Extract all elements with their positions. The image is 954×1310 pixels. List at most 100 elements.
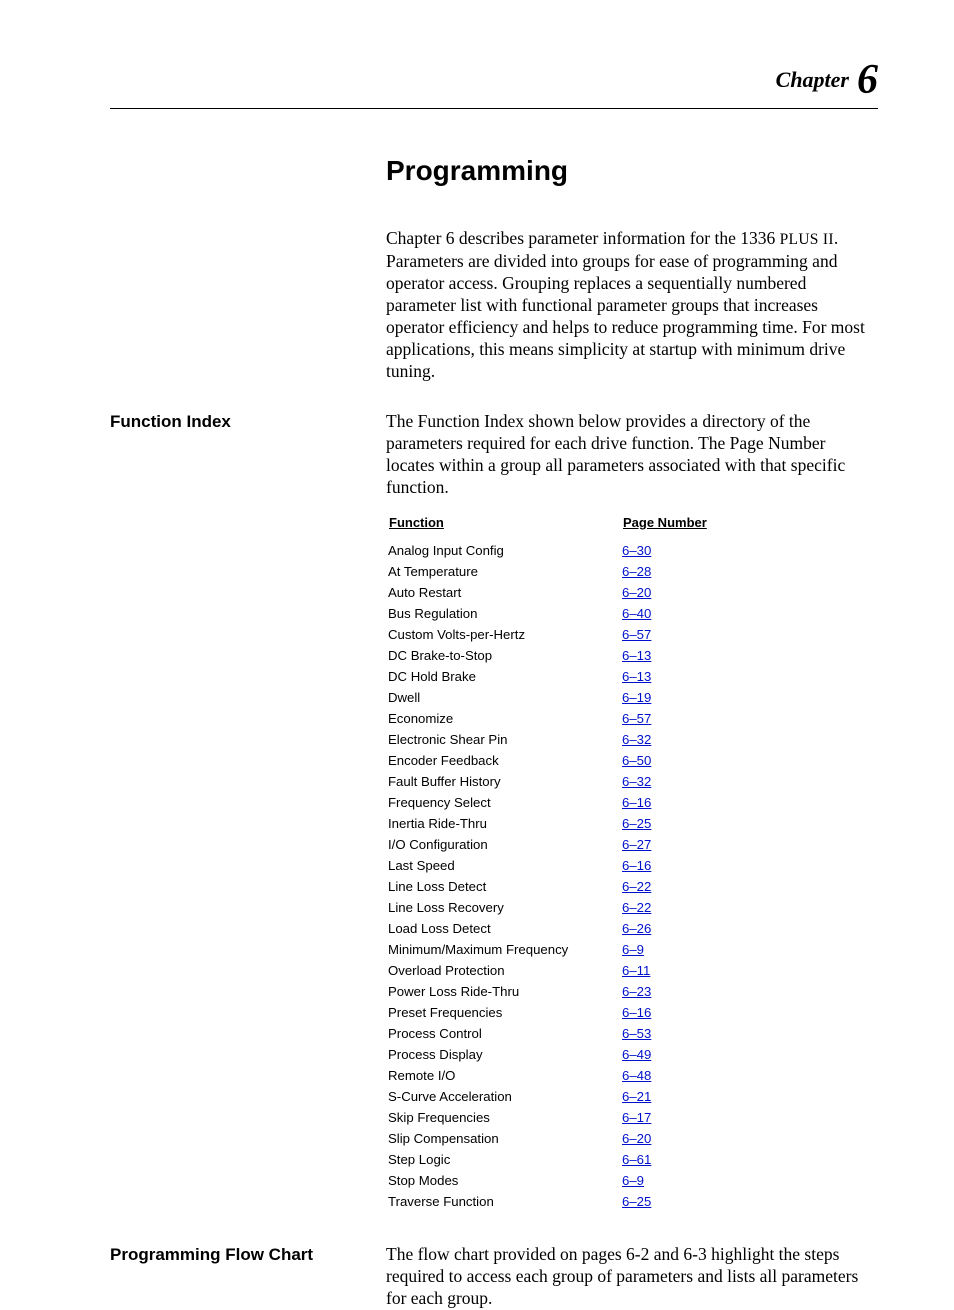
function-name: Traverse Function (388, 1192, 620, 1211)
page-link[interactable]: 6–48 (622, 1068, 651, 1083)
function-name: Load Loss Detect (388, 919, 620, 938)
table-row: Frequency Select6–16 (388, 793, 708, 812)
page-number-cell: 6–30 (622, 541, 708, 560)
page-number-cell: 6–48 (622, 1066, 708, 1085)
flow-chart-block: Programming Flow Chart The flow chart pr… (110, 1243, 878, 1309)
function-name: Line Loss Recovery (388, 898, 620, 917)
page-link[interactable]: 6–61 (622, 1152, 651, 1167)
page-number-cell: 6–32 (622, 772, 708, 791)
function-name: Last Speed (388, 856, 620, 875)
page-link[interactable]: 6–50 (622, 753, 651, 768)
page-number-cell: 6–53 (622, 1024, 708, 1043)
chapter-header: Chapter 6 (0, 56, 954, 104)
function-name: DC Brake-to-Stop (388, 646, 620, 665)
page-number-cell: 6–11 (622, 961, 708, 980)
table-row: Encoder Feedback6–50 (388, 751, 708, 770)
page-link[interactable]: 6–26 (622, 921, 651, 936)
function-name: Economize (388, 709, 620, 728)
intro-text: Chapter 6 describes parameter informatio… (386, 227, 878, 382)
page-link[interactable]: 6–22 (622, 900, 651, 915)
table-row: At Temperature6–28 (388, 562, 708, 581)
table-row: Last Speed6–16 (388, 856, 708, 875)
page-number-cell: 6–22 (622, 877, 708, 896)
function-name: Electronic Shear Pin (388, 730, 620, 749)
page-link[interactable]: 6–20 (622, 1131, 651, 1146)
page-link[interactable]: 6–13 (622, 669, 651, 684)
function-name: Frequency Select (388, 793, 620, 812)
page-link[interactable]: 6–16 (622, 795, 651, 810)
flow-chart-body: The flow chart provided on pages 6-2 and… (386, 1243, 878, 1309)
table-row: Power Loss Ride-Thru6–23 (388, 982, 708, 1001)
table-row: DC Hold Brake6–13 (388, 667, 708, 686)
table-row: Custom Volts-per-Hertz6–57 (388, 625, 708, 644)
page-link[interactable]: 6–30 (622, 543, 651, 558)
chapter-number: 6 (857, 57, 878, 103)
page: Chapter 6 Programming Chapter 6 describe… (0, 0, 954, 1235)
function-name: Power Loss Ride-Thru (388, 982, 620, 1001)
table-row: S-Curve Acceleration6–21 (388, 1087, 708, 1106)
page-link[interactable]: 6–32 (622, 732, 651, 747)
page-number-cell: 6–9 (622, 1171, 708, 1190)
page-link[interactable]: 6–17 (622, 1110, 651, 1125)
table-row: Process Control6–53 (388, 1024, 708, 1043)
function-name: I/O Configuration (388, 835, 620, 854)
page-number-cell: 6–13 (622, 667, 708, 686)
page-link[interactable]: 6–19 (622, 690, 651, 705)
function-name: Dwell (388, 688, 620, 707)
page-link[interactable]: 6–22 (622, 879, 651, 894)
page-number-cell: 6–19 (622, 688, 708, 707)
function-name: Slip Compensation (388, 1129, 620, 1148)
function-name: Inertia Ride-Thru (388, 814, 620, 833)
page-number-cell: 6–21 (622, 1087, 708, 1106)
page-link[interactable]: 6–25 (622, 1194, 651, 1209)
page-link[interactable]: 6–27 (622, 837, 651, 852)
page-link[interactable]: 6–32 (622, 774, 651, 789)
page-number-cell: 6–27 (622, 835, 708, 854)
page-link[interactable]: 6–40 (622, 606, 651, 621)
page-link[interactable]: 6–21 (622, 1089, 651, 1104)
page-number-cell: 6–16 (622, 1003, 708, 1022)
table-row: Remote I/O6–48 (388, 1066, 708, 1085)
table-row: Slip Compensation6–20 (388, 1129, 708, 1148)
page-number-cell: 6–20 (622, 1129, 708, 1148)
page-number-cell: 6–25 (622, 1192, 708, 1211)
page-link[interactable]: 6–49 (622, 1047, 651, 1062)
page-number-cell: 6–22 (622, 898, 708, 917)
table-row: I/O Configuration6–27 (388, 835, 708, 854)
page-number-cell: 6–49 (622, 1045, 708, 1064)
table-row: Line Loss Detect6–22 (388, 877, 708, 896)
table-row: Inertia Ride-Thru6–25 (388, 814, 708, 833)
page-link[interactable]: 6–9 (622, 1173, 644, 1188)
table-row: Process Display6–49 (388, 1045, 708, 1064)
page-number-cell: 6–16 (622, 856, 708, 875)
header-rule (110, 108, 878, 109)
page-number-cell: 6–28 (622, 562, 708, 581)
table-row: Skip Frequencies6–17 (388, 1108, 708, 1127)
page-link[interactable]: 6–16 (622, 858, 651, 873)
table-row: Analog Input Config6–30 (388, 541, 708, 560)
page-link[interactable]: 6–57 (622, 711, 651, 726)
table-row: Dwell6–19 (388, 688, 708, 707)
page-number-cell: 6–26 (622, 919, 708, 938)
page-link[interactable]: 6–9 (622, 942, 644, 957)
table-row: Bus Regulation6–40 (388, 604, 708, 623)
page-number-cell: 6–57 (622, 625, 708, 644)
function-name: Encoder Feedback (388, 751, 620, 770)
page-link[interactable]: 6–16 (622, 1005, 651, 1020)
function-name: Skip Frequencies (388, 1108, 620, 1127)
page-link[interactable]: 6–28 (622, 564, 651, 579)
page-link[interactable]: 6–53 (622, 1026, 651, 1041)
function-name: Process Control (388, 1024, 620, 1043)
page-link[interactable]: 6–13 (622, 648, 651, 663)
page-number-cell: 6–57 (622, 709, 708, 728)
page-link[interactable]: 6–23 (622, 984, 651, 999)
function-index-right: The Function Index shown below provides … (386, 410, 878, 1214)
function-name: At Temperature (388, 562, 620, 581)
page-link[interactable]: 6–11 (622, 963, 650, 978)
table-row: Overload Protection6–11 (388, 961, 708, 980)
page-link[interactable]: 6–25 (622, 816, 651, 831)
table-row: Stop Modes6–9 (388, 1171, 708, 1190)
page-link[interactable]: 6–57 (622, 627, 651, 642)
table-row: Preset Frequencies6–16 (388, 1003, 708, 1022)
page-link[interactable]: 6–20 (622, 585, 651, 600)
